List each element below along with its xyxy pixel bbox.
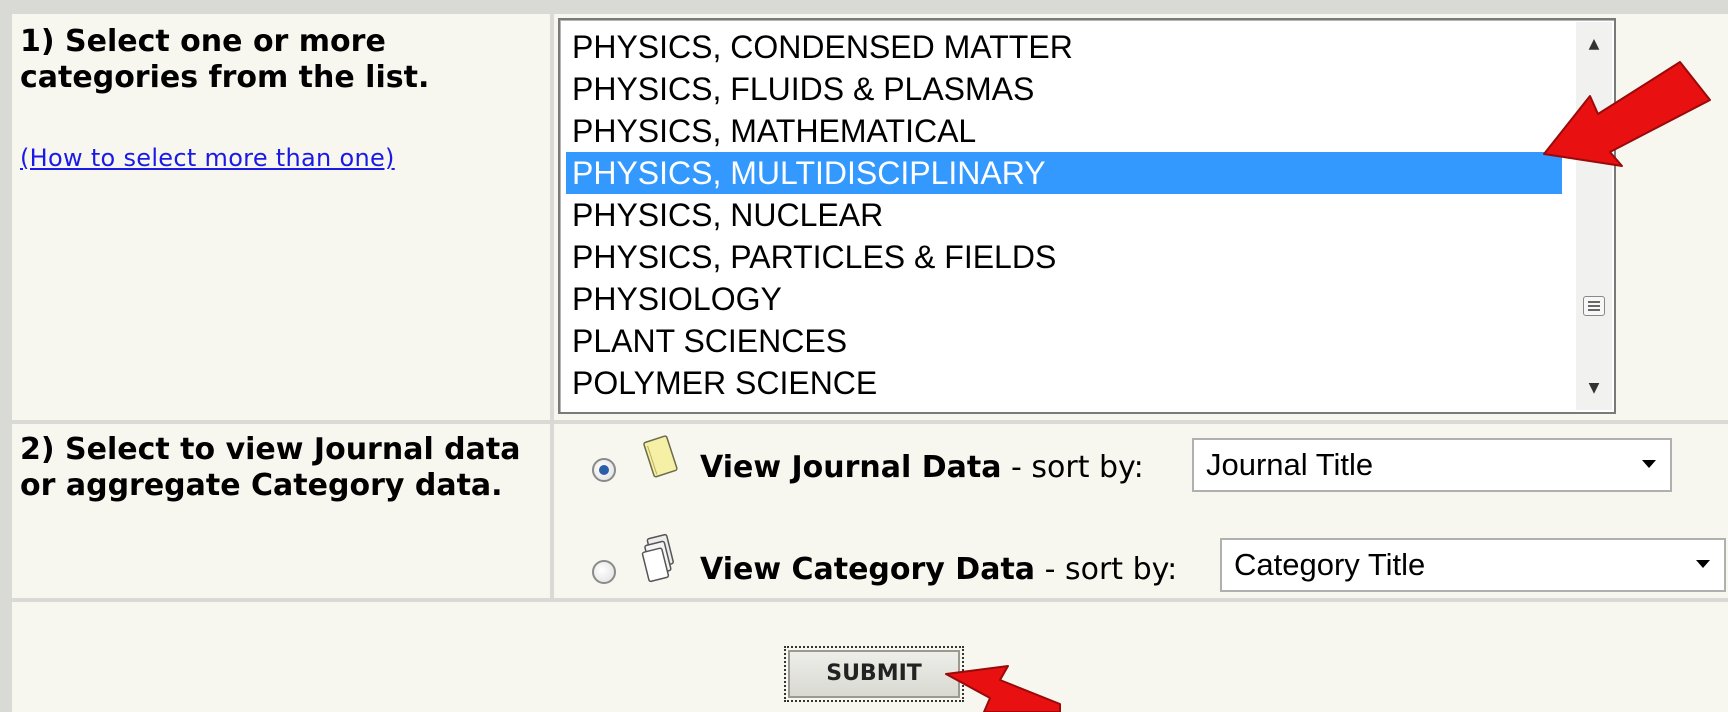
- category-sort-value: Category Title: [1234, 547, 1426, 582]
- category-listbox[interactable]: PHYSICS, CONDENSED MATTER PHYSICS, FLUID…: [558, 18, 1616, 414]
- list-item[interactable]: POLYMER SCIENCE: [566, 362, 1562, 404]
- journal-sort-value: Journal Title: [1206, 447, 1374, 482]
- how-to-select-link[interactable]: (How to select more than one): [20, 144, 395, 172]
- chevron-down-icon: [1642, 460, 1656, 468]
- journal-sort-select[interactable]: Journal Title: [1192, 438, 1672, 492]
- category-sort-select[interactable]: Category Title: [1220, 538, 1726, 592]
- list-item[interactable]: PLANT SCIENCES: [566, 320, 1562, 362]
- journal-option-title: View Journal Data: [700, 450, 1002, 485]
- category-icon: [641, 533, 674, 583]
- list-item[interactable]: PHYSICS, NUCLEAR: [566, 194, 1562, 236]
- step1-label-cell: 1) Select one or more categories from th…: [12, 14, 550, 420]
- list-item[interactable]: PHYSICS, PARTICLES & FIELDS: [566, 236, 1562, 278]
- journal-sort-label: - sort by:: [1011, 450, 1144, 485]
- category-sort-label: - sort by:: [1044, 552, 1178, 587]
- list-item[interactable]: PHYSIOLOGY: [566, 278, 1562, 320]
- submit-focus-ring: SUBMIT: [784, 646, 964, 702]
- step2-label: 2) Select to view Journal data or aggreg…: [20, 432, 521, 503]
- step2-label-cell: 2) Select to view Journal data or aggreg…: [12, 424, 550, 598]
- journal-option-text: View Journal Data - sort by:: [700, 450, 1144, 485]
- category-option-text: View Category Data - sort by:: [700, 552, 1177, 587]
- journal-icon: [643, 435, 678, 478]
- category-data-radio[interactable]: [592, 560, 616, 584]
- list-item[interactable]: PHYSICS, FLUIDS & PLASMAS: [566, 68, 1562, 110]
- step1-label: 1) Select one or more categories from th…: [20, 24, 430, 95]
- category-option-title: View Category Data: [700, 552, 1036, 587]
- journal-data-radio[interactable]: [592, 458, 616, 482]
- category-list-items: PHYSICS, CONDENSED MATTER PHYSICS, FLUID…: [566, 26, 1562, 404]
- list-item[interactable]: PHYSICS, MATHEMATICAL: [566, 110, 1562, 152]
- list-item[interactable]: PHYSICS, CONDENSED MATTER: [566, 26, 1562, 68]
- chevron-down-icon: [1696, 560, 1710, 568]
- step2-options-cell: View Journal Data - sort by: Journal Tit…: [554, 424, 1728, 598]
- list-item-selected[interactable]: PHYSICS, MULTIDISCIPLINARY: [566, 152, 1562, 194]
- scroll-down-icon[interactable]: ▼: [1576, 370, 1612, 406]
- listbox-arrow-icon: [1543, 61, 1711, 167]
- form-frame: 1) Select one or more categories from th…: [0, 0, 1728, 712]
- submit-button[interactable]: SUBMIT: [788, 650, 960, 698]
- submit-arrow-icon: [945, 665, 1061, 712]
- scroll-grip-icon: [1583, 296, 1605, 316]
